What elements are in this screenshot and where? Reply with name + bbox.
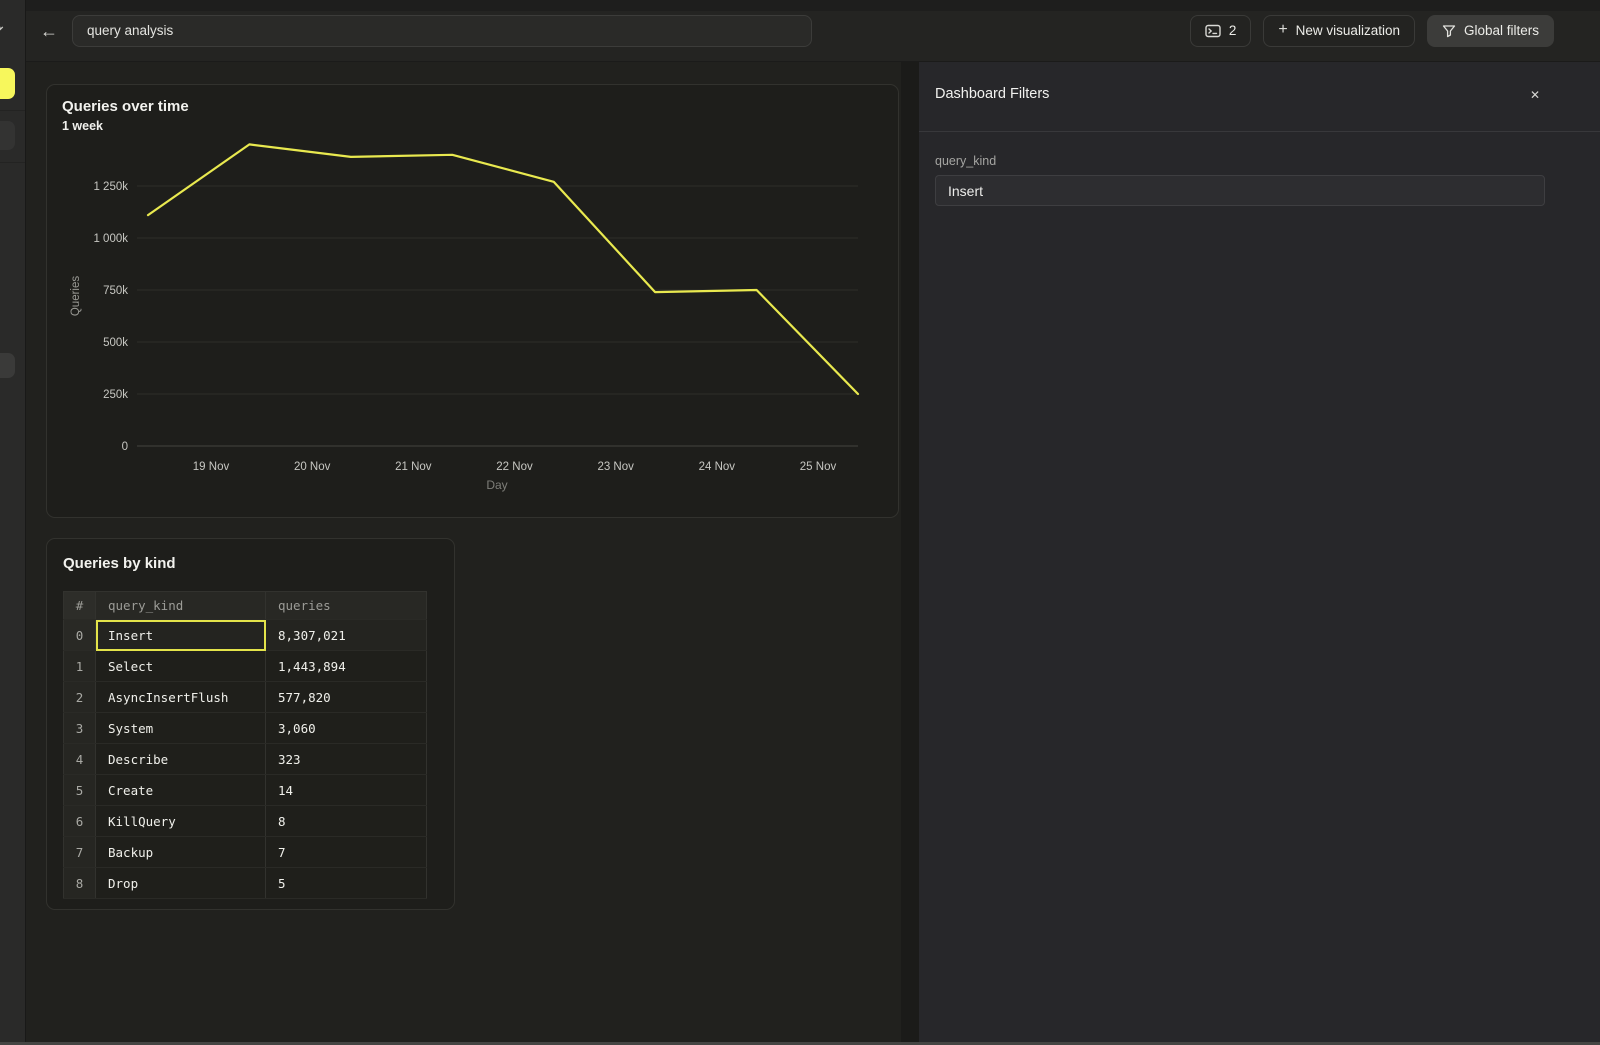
sidebar-divider: [0, 110, 26, 111]
table-row[interactable]: 7Backup7: [64, 837, 427, 868]
queries-count-cell[interactable]: 3,060: [266, 713, 427, 744]
console-count-button[interactable]: 2: [1190, 15, 1252, 47]
column-header-queries[interactable]: queries: [266, 592, 427, 620]
chart-line: [148, 144, 858, 394]
svg-text:1 000k: 1 000k: [93, 233, 128, 245]
query-kind-cell[interactable]: Select: [96, 651, 266, 682]
sidebar-item-selected[interactable]: [0, 68, 15, 99]
top-bar: ← 2 + New visualization Global filters: [26, 0, 1600, 62]
queries-count-cell[interactable]: 14: [266, 775, 427, 806]
filter-field-label: query_kind: [935, 154, 1600, 168]
table-row[interactable]: 3System3,060: [64, 713, 427, 744]
svg-text:25 Nov: 25 Nov: [800, 461, 837, 473]
query-kind-cell[interactable]: KillQuery: [96, 806, 266, 837]
svg-text:23 Nov: 23 Nov: [597, 461, 634, 473]
back-button[interactable]: ←: [36, 18, 62, 44]
table-row[interactable]: 8Drop5: [64, 868, 427, 899]
table-header-row: # query_kind queries: [64, 592, 427, 620]
row-index-cell[interactable]: 0: [64, 620, 96, 651]
svg-text:Queries: Queries: [70, 276, 82, 317]
row-index-cell[interactable]: 7: [64, 837, 96, 868]
query-kind-filter-input[interactable]: [935, 175, 1545, 206]
svg-text:20 Nov: 20 Nov: [294, 461, 331, 473]
topbar-actions: 2 + New visualization Global filters: [1190, 15, 1554, 47]
table-row[interactable]: 2AsyncInsertFlush577,820: [64, 682, 427, 713]
new-visualization-button[interactable]: + New visualization: [1263, 15, 1415, 47]
chart-card: Queries over time 1 week 0250k500k750k1 …: [46, 84, 899, 518]
query-kind-cell[interactable]: System: [96, 713, 266, 744]
panel-header: Dashboard Filters ✕: [919, 62, 1600, 132]
query-kind-cell[interactable]: Insert: [96, 620, 266, 651]
queries-count-cell[interactable]: 8: [266, 806, 427, 837]
console-count: 2: [1229, 23, 1237, 38]
row-index-cell[interactable]: 3: [64, 713, 96, 744]
panel-title: Dashboard Filters: [935, 86, 1049, 102]
svg-text:250k: 250k: [103, 389, 128, 401]
svg-text:22 Nov: 22 Nov: [496, 461, 533, 473]
column-header-query-kind[interactable]: query_kind: [96, 592, 266, 620]
table-row[interactable]: 4Describe323: [64, 744, 427, 775]
row-index-cell[interactable]: 2: [64, 682, 96, 713]
new-visualization-label: New visualization: [1296, 23, 1400, 38]
queries-over-time-chart: 0 250k 500k 750k 1 000k 1 250k 19 Nov 20 Nov 21 …: [47, 85, 898, 517]
row-index-cell[interactable]: 6: [64, 806, 96, 837]
row-index-cell[interactable]: 4: [64, 744, 96, 775]
svg-text:19 Nov: 19 Nov: [193, 461, 230, 473]
table-row[interactable]: 0Insert8,307,021: [64, 620, 427, 651]
dashboard-filters-panel: Dashboard Filters ✕ query_kind: [919, 62, 1600, 1045]
sidebar-item[interactable]: [0, 353, 15, 378]
terminal-icon: [1205, 24, 1221, 38]
global-filters-label: Global filters: [1464, 23, 1539, 38]
svg-text:24 Nov: 24 Nov: [699, 461, 736, 473]
table-row[interactable]: 1Select1,443,894: [64, 651, 427, 682]
queries-table: # query_kind queries 0Insert8,307,0211Se…: [63, 591, 427, 899]
content-gutter: [901, 62, 919, 1045]
row-index-cell[interactable]: 1: [64, 651, 96, 682]
svg-text:21 Nov: 21 Nov: [395, 461, 432, 473]
query-kind-cell[interactable]: Create: [96, 775, 266, 806]
funnel-icon: [1442, 24, 1456, 38]
svg-text:0: 0: [122, 441, 128, 453]
row-index-cell[interactable]: 5: [64, 775, 96, 806]
panel-body: query_kind: [919, 132, 1600, 206]
queries-count-cell[interactable]: 577,820: [266, 682, 427, 713]
dashboard-title-input[interactable]: [72, 15, 812, 47]
svg-text:1 250k: 1 250k: [93, 181, 128, 193]
sidebar: ⟳: [0, 0, 26, 1045]
column-header-index[interactable]: #: [64, 592, 96, 620]
refresh-icon[interactable]: ⟳: [0, 20, 4, 38]
svg-text:500k: 500k: [103, 337, 128, 349]
plus-icon: +: [1278, 21, 1287, 39]
query-kind-cell[interactable]: Drop: [96, 868, 266, 899]
sidebar-divider: [0, 162, 26, 163]
close-icon[interactable]: ✕: [1526, 84, 1544, 106]
queries-count-cell[interactable]: 323: [266, 744, 427, 775]
queries-count-cell[interactable]: 5: [266, 868, 427, 899]
query-kind-cell[interactable]: Backup: [96, 837, 266, 868]
global-filters-button[interactable]: Global filters: [1427, 15, 1554, 47]
query-kind-cell[interactable]: AsyncInsertFlush: [96, 682, 266, 713]
svg-text:750k: 750k: [103, 285, 128, 297]
svg-text:Day: Day: [486, 478, 507, 492]
table-card: Queries by kind # query_kind queries 0In…: [46, 538, 455, 910]
table-row[interactable]: 6KillQuery8: [64, 806, 427, 837]
queries-count-cell[interactable]: 8,307,021: [266, 620, 427, 651]
queries-count-cell[interactable]: 7: [266, 837, 427, 868]
table-title: Queries by kind: [63, 555, 176, 572]
query-kind-cell[interactable]: Describe: [96, 744, 266, 775]
queries-count-cell[interactable]: 1,443,894: [266, 651, 427, 682]
row-index-cell[interactable]: 8: [64, 868, 96, 899]
table-row[interactable]: 5Create14: [64, 775, 427, 806]
sidebar-item[interactable]: [0, 121, 15, 150]
